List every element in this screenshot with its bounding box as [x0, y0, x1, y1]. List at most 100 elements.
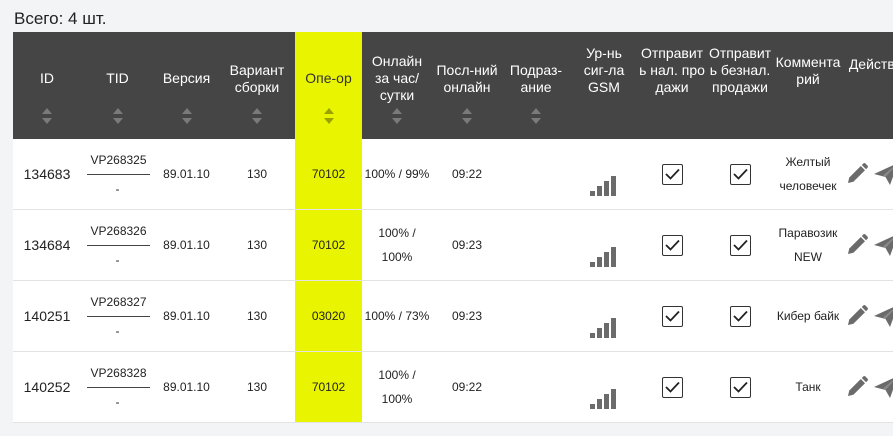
cell-id: 140251	[13, 280, 81, 352]
col-header-gsm[interactable]: Ур-нь сиг-ла GSM	[570, 32, 638, 139]
tid-value: VP268328	[87, 365, 150, 388]
col-header-operator[interactable]: Опе-ор	[295, 32, 362, 139]
cell-id: 134683	[13, 139, 81, 210]
cell-operator: 70102	[295, 139, 362, 210]
sort-icon[interactable]	[112, 108, 123, 124]
cell-division	[502, 209, 570, 281]
cell-send-cash	[638, 209, 706, 281]
table-row[interactable]: 134684 VP268326 - 89.01.10 130 70102 100%…	[13, 209, 893, 281]
cell-operator: 03020	[295, 280, 362, 352]
table-row[interactable]: 134683 VP268325 - 89.01.10 130 70102 100%…	[13, 139, 893, 210]
table-row[interactable]: 140252 VP268328 - 89.01.10 130 70102 100%…	[13, 351, 893, 423]
cell-version: 89.01.10	[154, 351, 219, 423]
col-header-online[interactable]: Онлайн за час/сутки	[362, 32, 432, 139]
checkmark-icon	[664, 311, 680, 323]
cell-last-online: 09:22	[432, 139, 502, 210]
send-cashless-checkbox[interactable]	[729, 377, 751, 399]
cell-online: 100% / 100%	[362, 209, 432, 281]
col-header-send-cash[interactable]: Отправить нал. продажи	[638, 32, 706, 139]
tid-secondary: -	[115, 252, 120, 267]
signal-bars-icon	[590, 385, 618, 409]
checkmark-icon	[664, 240, 680, 252]
col-header-division[interactable]: Подраз-ание	[502, 32, 570, 139]
col-header-build[interactable]: Вариант сборки	[219, 32, 295, 139]
cell-actions	[842, 351, 893, 423]
tid-value: VP268326	[87, 223, 150, 246]
cell-gsm	[570, 351, 638, 423]
send-cash-checkbox[interactable]	[661, 235, 683, 257]
checkmark-icon	[732, 382, 748, 394]
cell-version: 89.01.10	[154, 209, 219, 281]
send-cash-checkbox[interactable]	[661, 306, 683, 328]
cell-comment: Танк	[774, 351, 842, 423]
cell-build: 130	[219, 351, 295, 423]
sort-icon[interactable]	[462, 108, 472, 124]
tid-secondary: -	[115, 181, 120, 196]
sort-icon[interactable]	[42, 108, 52, 124]
paper-plane-icon[interactable]	[873, 162, 893, 186]
sort-icon[interactable]	[252, 108, 262, 124]
cell-last-online: 09:23	[432, 209, 502, 281]
cell-online: 100% / 99%	[362, 139, 432, 210]
pencil-icon[interactable]	[845, 375, 869, 399]
sort-icon[interactable]	[531, 108, 541, 124]
cell-tid: VP268325 -	[81, 139, 154, 210]
cell-actions	[842, 280, 893, 352]
send-cash-checkbox[interactable]	[661, 164, 683, 186]
cell-send-cashless	[706, 209, 774, 281]
col-header-last-online[interactable]: Посл-ний онлайн	[432, 32, 502, 139]
send-cashless-checkbox[interactable]	[729, 164, 751, 186]
cell-tid: VP268328 -	[81, 351, 154, 423]
sort-icon[interactable]	[392, 108, 402, 124]
col-header-comment[interactable]: Комментарий	[774, 32, 842, 139]
signal-bars-icon	[590, 172, 618, 196]
total-count: Всего: 4 шт.	[14, 9, 107, 28]
sort-icon[interactable]	[181, 108, 192, 124]
tid-value: VP268327	[87, 294, 150, 317]
paper-plane-icon[interactable]	[873, 375, 893, 399]
cell-send-cashless	[706, 280, 774, 352]
cell-gsm	[570, 280, 638, 352]
cell-send-cashless	[706, 351, 774, 423]
tid-secondary: -	[115, 394, 120, 409]
paper-plane-icon[interactable]	[873, 304, 893, 328]
cell-tid: VP268327 -	[81, 280, 154, 352]
cell-version: 89.01.10	[154, 280, 219, 352]
cell-comment: Кибер байк	[774, 280, 842, 352]
cell-build: 130	[219, 209, 295, 281]
cell-id: 140252	[13, 351, 81, 423]
send-cashless-checkbox[interactable]	[729, 235, 751, 257]
checkmark-icon	[664, 382, 680, 394]
signal-bars-icon	[590, 314, 618, 338]
col-header-id[interactable]: ID	[13, 32, 81, 139]
checkmark-icon	[732, 240, 748, 252]
cell-division	[502, 280, 570, 352]
cell-actions	[842, 139, 893, 210]
cell-last-online: 09:23	[432, 280, 502, 352]
sort-icon[interactable]	[323, 108, 334, 124]
checkmark-icon	[732, 311, 748, 323]
header-row: ID TID Версия Вариант сборки Опе-ор Онла…	[13, 32, 893, 139]
cell-last-online: 09:22	[432, 351, 502, 423]
cell-id: 134684	[13, 209, 81, 281]
cell-send-cash	[638, 280, 706, 352]
col-header-version[interactable]: Версия	[154, 32, 219, 139]
terminals-table-wrap: ID TID Версия Вариант сборки Опе-ор Онла…	[13, 32, 893, 436]
send-cashless-checkbox[interactable]	[729, 306, 751, 328]
cell-gsm	[570, 209, 638, 281]
cell-online: 100% / 100%	[362, 351, 432, 423]
send-cash-checkbox[interactable]	[661, 377, 683, 399]
col-header-tid[interactable]: TID	[81, 32, 154, 139]
pencil-icon[interactable]	[845, 304, 869, 328]
table-row[interactable]: 140251 VP268327 - 89.01.10 130 03020 100%…	[13, 280, 893, 352]
cell-version: 89.01.10	[154, 139, 219, 210]
cell-build: 130	[219, 139, 295, 210]
cell-actions	[842, 209, 893, 281]
paper-plane-icon[interactable]	[873, 233, 893, 257]
pencil-icon[interactable]	[845, 233, 869, 257]
cell-comment: Паравозик NEW	[774, 209, 842, 281]
cell-gsm	[570, 139, 638, 210]
pencil-icon[interactable]	[845, 162, 869, 186]
col-header-send-cashless[interactable]: Отправить безнал. продажи	[706, 32, 774, 139]
checkmark-icon	[664, 169, 680, 181]
